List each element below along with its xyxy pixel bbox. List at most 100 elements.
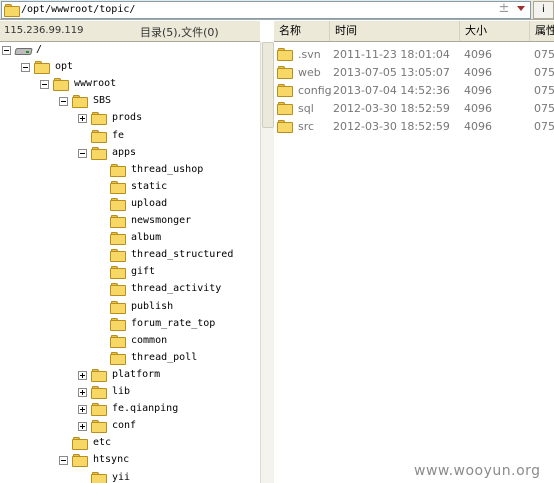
tree-item[interactable]: gift	[0, 265, 258, 282]
tree-item-label[interactable]: opt	[55, 61, 73, 72]
file-row[interactable]: web 2013-07-05 13:05:07 4096 0755	[274, 63, 554, 81]
folder-icon	[110, 266, 126, 280]
expand-icon[interactable]	[78, 422, 87, 432]
folder-icon	[277, 120, 293, 133]
extra-button[interactable]: i	[533, 1, 554, 19]
tree-scrollbar[interactable]	[260, 42, 274, 483]
tree-item-label[interactable]: publish	[131, 301, 173, 312]
tree-item[interactable]: lib	[0, 385, 258, 402]
server-ip: 115.236.99.119	[4, 25, 84, 36]
folder-icon	[91, 386, 107, 399]
tree-item[interactable]: thread_ushop	[0, 163, 258, 180]
file-list[interactable]: .svn 2011-11-23 18:01:04 4096 0755 web 2013-0…	[274, 42, 554, 483]
tree-item[interactable]: static	[0, 180, 258, 197]
tree-item[interactable]: fe.qianping	[0, 402, 258, 419]
tree-item[interactable]: opt	[0, 60, 258, 77]
collapse-icon[interactable]	[78, 148, 87, 158]
tree-item[interactable]: thread_structured	[0, 248, 258, 265]
column-header-name[interactable]: 名称	[274, 21, 330, 41]
tree-item[interactable]: prods	[0, 111, 258, 128]
column-header-size[interactable]: 大小	[460, 21, 530, 41]
toggle-button[interactable]: ±	[497, 1, 511, 17]
tree-item-label[interactable]: /	[36, 44, 42, 55]
tree-item-label[interactable]: SBS	[93, 95, 111, 106]
tree-item[interactable]: SBS	[0, 94, 258, 111]
tree-item-label[interactable]: apps	[112, 147, 136, 158]
tree-item-label[interactable]: album	[131, 232, 161, 243]
tree-item-label[interactable]: yii	[112, 472, 130, 483]
column-header-time[interactable]: 时间	[330, 21, 460, 41]
tree-item-label[interactable]: fe.qianping	[112, 403, 178, 414]
folder-icon	[91, 368, 107, 382]
folder-icon	[110, 351, 126, 365]
tree-item-label[interactable]: etc	[93, 437, 111, 448]
tree-item-label[interactable]: conf	[112, 420, 136, 431]
folder-icon	[91, 471, 107, 483]
tree-item-label[interactable]: upload	[131, 198, 167, 209]
tree-item[interactable]: album	[0, 231, 258, 248]
tree-item-label[interactable]: prods	[112, 112, 142, 123]
tree-item-label[interactable]: htsync	[93, 454, 129, 465]
tree-item[interactable]: htsync	[0, 453, 258, 470]
tree-item[interactable]: apps	[0, 146, 258, 163]
folder-icon	[110, 163, 126, 177]
path-text[interactable]: /opt/wwwroot/topic/	[21, 4, 135, 15]
expand-icon[interactable]	[78, 405, 87, 415]
folder-icon	[53, 78, 69, 92]
tree-item[interactable]: upload	[0, 197, 258, 214]
tree-item[interactable]: newsmonger	[0, 214, 258, 231]
tree-item[interactable]: thread_activity	[0, 282, 258, 299]
expand-icon[interactable]	[78, 114, 87, 124]
column-header-attr[interactable]: 属性	[530, 21, 554, 41]
tree-item-label[interactable]: static	[131, 181, 167, 192]
collapse-icon[interactable]	[2, 46, 11, 55]
tree-item-label[interactable]: gift	[131, 266, 155, 277]
path-field[interactable]: /opt/wwwroot/topic/	[1, 1, 531, 19]
file-list-header: 名称 时间 大小 属性	[274, 21, 554, 42]
tree-item[interactable]: wwwroot	[0, 77, 258, 94]
file-row[interactable]: src 2012-03-30 18:52:59 4096 0755	[274, 117, 554, 135]
tree-item-label[interactable]: wwwroot	[74, 78, 116, 89]
collapse-icon[interactable]	[59, 456, 68, 466]
tree-item-label[interactable]: thread_ushop	[131, 164, 203, 175]
dropdown-arrow-icon[interactable]	[514, 1, 528, 17]
tree-item-label[interactable]: common	[131, 335, 167, 346]
expand-icon[interactable]	[78, 370, 87, 380]
tree-item[interactable]: fe	[0, 129, 258, 146]
tree-item-label[interactable]: platform	[112, 369, 160, 380]
watermark: www.wooyun.org	[414, 463, 541, 479]
file-attr: 0755	[534, 66, 554, 79]
tree-item-label[interactable]: thread_activity	[131, 283, 221, 294]
directory-tree[interactable]: / opt wwwroot SBS prods fe apps thread_ushopsta…	[0, 42, 258, 483]
collapse-icon[interactable]	[40, 80, 49, 90]
tree-item-label[interactable]: thread_structured	[131, 249, 233, 260]
folder-icon	[110, 317, 126, 331]
directory-count: 目录(5),文件(0)	[140, 26, 219, 39]
tree-item-label[interactable]: thread_poll	[131, 352, 197, 363]
tree-item[interactable]: platform	[0, 368, 258, 385]
tree-item-label[interactable]: fe	[112, 130, 124, 141]
tree-item[interactable]: etc	[0, 436, 258, 453]
scrollbar-thumb[interactable]	[262, 42, 274, 128]
file-time: 2012-03-30 18:52:59	[333, 102, 450, 115]
tree-item[interactable]: thread_poll	[0, 351, 258, 368]
tree-item-label[interactable]: lib	[112, 386, 130, 397]
file-size: 4096	[464, 120, 492, 133]
expand-icon[interactable]	[78, 388, 87, 397]
tree-item[interactable]: yii	[0, 471, 258, 483]
folder-icon	[72, 454, 88, 468]
file-row[interactable]: .svn 2011-11-23 18:01:04 4096 0755	[274, 45, 554, 63]
tree-item[interactable]: forum_rate_top	[0, 317, 258, 334]
tree-item[interactable]: conf	[0, 419, 258, 436]
tree-item-label[interactable]: newsmonger	[131, 215, 191, 226]
file-time: 2013-07-04 14:52:36	[333, 84, 450, 97]
tree-item[interactable]: common	[0, 334, 258, 351]
tree-item[interactable]: /	[0, 43, 258, 60]
file-attr: 0755	[534, 48, 554, 61]
tree-item[interactable]: publish	[0, 300, 258, 317]
collapse-icon[interactable]	[21, 63, 30, 73]
collapse-icon[interactable]	[59, 97, 68, 107]
file-row[interactable]: config2013-07-04 14:52:36 4096 0755	[274, 81, 554, 99]
file-row[interactable]: sql 2012-03-30 18:52:59 4096 0755	[274, 99, 554, 117]
tree-item-label[interactable]: forum_rate_top	[131, 318, 215, 329]
